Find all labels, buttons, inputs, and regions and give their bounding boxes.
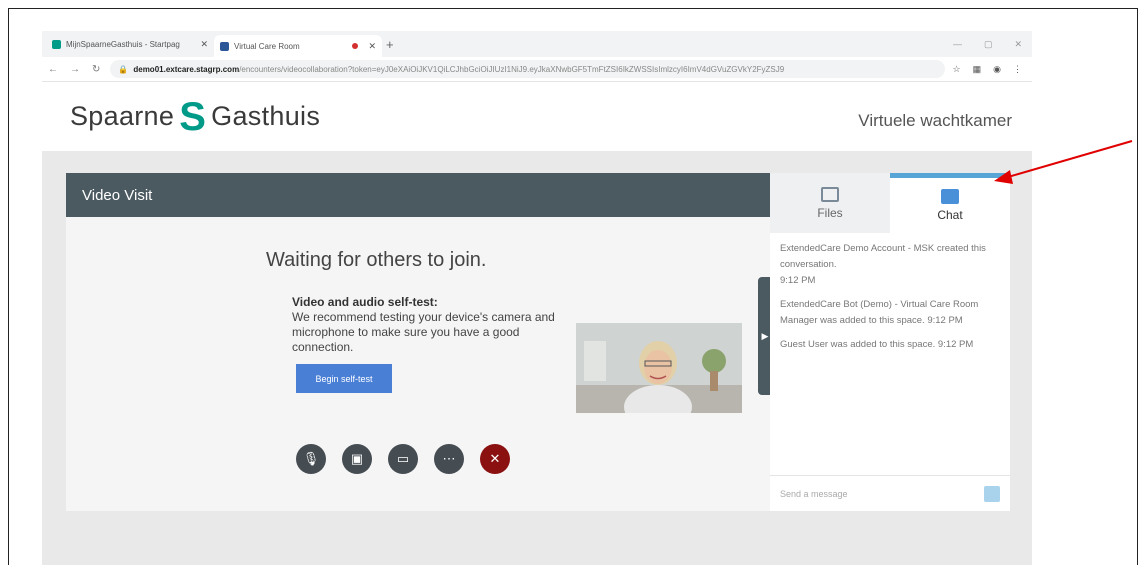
virtual-care-favicon-icon: [220, 41, 229, 51]
video-visit-header: Video Visit: [66, 173, 770, 217]
message-text: Guest User was added to this space.: [780, 339, 936, 350]
side-panel-tabs: Files Chat: [770, 173, 1010, 233]
star-icon[interactable]: ☆: [953, 64, 961, 75]
message-input-placeholder: Send a message: [780, 488, 848, 499]
spaarne-favicon-icon: [52, 39, 61, 49]
browser-extensions: ☆ ▦ ◉ ⋮: [953, 64, 1032, 75]
chat-message: ExtendedCare Bot (Demo) - Virtual Care R…: [780, 297, 1000, 329]
logo-text-right: Gasthuis: [211, 101, 321, 131]
tab-files[interactable]: Files: [770, 173, 890, 233]
lock-icon: 🔒: [118, 64, 129, 74]
close-tab-icon[interactable]: ✕: [200, 39, 208, 50]
side-panel: Files Chat ExtendedCare Demo Account - M…: [770, 173, 1010, 511]
menu-icon[interactable]: ⋮: [1013, 64, 1022, 75]
recording-dot-icon: [352, 43, 359, 49]
chat-message: Guest User was added to this space. 9:12…: [780, 337, 1000, 353]
more-icon[interactable]: ⋯: [434, 444, 464, 474]
url-path: /encounters/videocollaboration?token=eyJ…: [239, 64, 785, 74]
logo-text-left: Spaarne: [70, 101, 175, 131]
begin-self-test-button[interactable]: Begin self-test: [296, 364, 392, 393]
tab-strip: MijnSpaarneGasthuis - Startpag ✕ Virtual…: [42, 31, 1032, 57]
web-page: Spaarne S Gasthuis Virtuele wachtkamer V…: [42, 85, 1032, 565]
profile-icon[interactable]: ◉: [993, 64, 1001, 75]
share-screen-icon[interactable]: ▭: [388, 444, 418, 474]
message-input[interactable]: Send a message: [770, 475, 1010, 511]
url-host: demo01.extcare.stagrp.com: [133, 64, 240, 74]
browser-chrome: MijnSpaarneGasthuis - Startpag ✕ Virtual…: [42, 31, 1032, 83]
waiting-message: Waiting for others to join.: [266, 249, 487, 271]
self-test-info: Video and audio self-test: We recommend …: [292, 295, 562, 355]
browser-tab-virtual-care-room[interactable]: Virtual Care Room ✕: [214, 35, 382, 57]
back-icon[interactable]: ←: [48, 64, 58, 75]
chevron-right-icon: ▶: [761, 330, 769, 341]
tab-chat-label: Chat: [937, 208, 963, 222]
self-test-title: Video and audio self-test:: [292, 295, 438, 309]
chat-icon: [941, 189, 959, 204]
browser-tab-mijnspaarne[interactable]: MijnSpaarneGasthuis - Startpag ✕: [46, 34, 214, 54]
screenshot-frame: MijnSpaarneGasthuis - Startpag ✕ Virtual…: [8, 8, 1138, 565]
camera-icon[interactable]: ▣: [342, 444, 372, 474]
spaarne-gasthuis-logo[interactable]: Spaarne S Gasthuis: [70, 94, 321, 139]
message-time: 9:12 PM: [780, 275, 816, 286]
self-view-video: [576, 323, 742, 413]
message-time: 9:12 PM: [937, 339, 974, 350]
send-icon[interactable]: [984, 485, 1000, 502]
tab-title: Virtual Care Room: [234, 41, 300, 51]
message-time: 9:12 PM: [927, 315, 963, 326]
reload-icon[interactable]: ↻: [92, 64, 100, 75]
maximize-icon[interactable]: ▢: [984, 39, 993, 50]
files-icon: [821, 186, 839, 202]
new-tab-icon[interactable]: +: [386, 37, 394, 52]
address-bar-row: ← → ↻ 🔒 demo01.extcare.stagrp.com /encou…: [42, 57, 1032, 82]
navigation-buttons: ← → ↻: [48, 64, 100, 75]
window-controls: — ▢ ✕: [953, 39, 1032, 50]
tab-title: MijnSpaarneGasthuis - Startpag: [66, 39, 180, 49]
self-test-description: We recommend testing your device's camer…: [292, 310, 555, 354]
message-text: ExtendedCare Demo Account - MSK created …: [780, 243, 986, 270]
tab-files-label: Files: [817, 205, 843, 220]
video-visit-panel: Video Visit Waiting for others to join. …: [42, 151, 1032, 565]
call-controls: 🎙 ▣ ▭ ⋯ ✕: [296, 444, 510, 474]
hang-up-icon[interactable]: ✕: [480, 444, 510, 474]
close-tab-icon[interactable]: ✕: [368, 41, 376, 52]
chat-messages: ExtendedCare Demo Account - MSK created …: [770, 233, 1010, 353]
logo-mark-icon: S: [179, 94, 207, 139]
close-window-icon[interactable]: ✕: [1014, 39, 1022, 50]
minimize-icon[interactable]: —: [953, 39, 962, 50]
url-field[interactable]: 🔒 demo01.extcare.stagrp.com /encounters/…: [110, 60, 945, 78]
chat-message: ExtendedCare Demo Account - MSK created …: [780, 241, 1000, 289]
forward-icon[interactable]: →: [70, 64, 80, 75]
page-title: Virtuele wachtkamer: [858, 111, 1012, 130]
extension-icon[interactable]: ▦: [973, 64, 982, 75]
tab-chat[interactable]: Chat: [890, 173, 1010, 233]
microphone-icon[interactable]: 🎙: [296, 444, 326, 474]
video-area: Video Visit Waiting for others to join. …: [66, 173, 770, 511]
self-view-picture-icon: [576, 323, 742, 413]
